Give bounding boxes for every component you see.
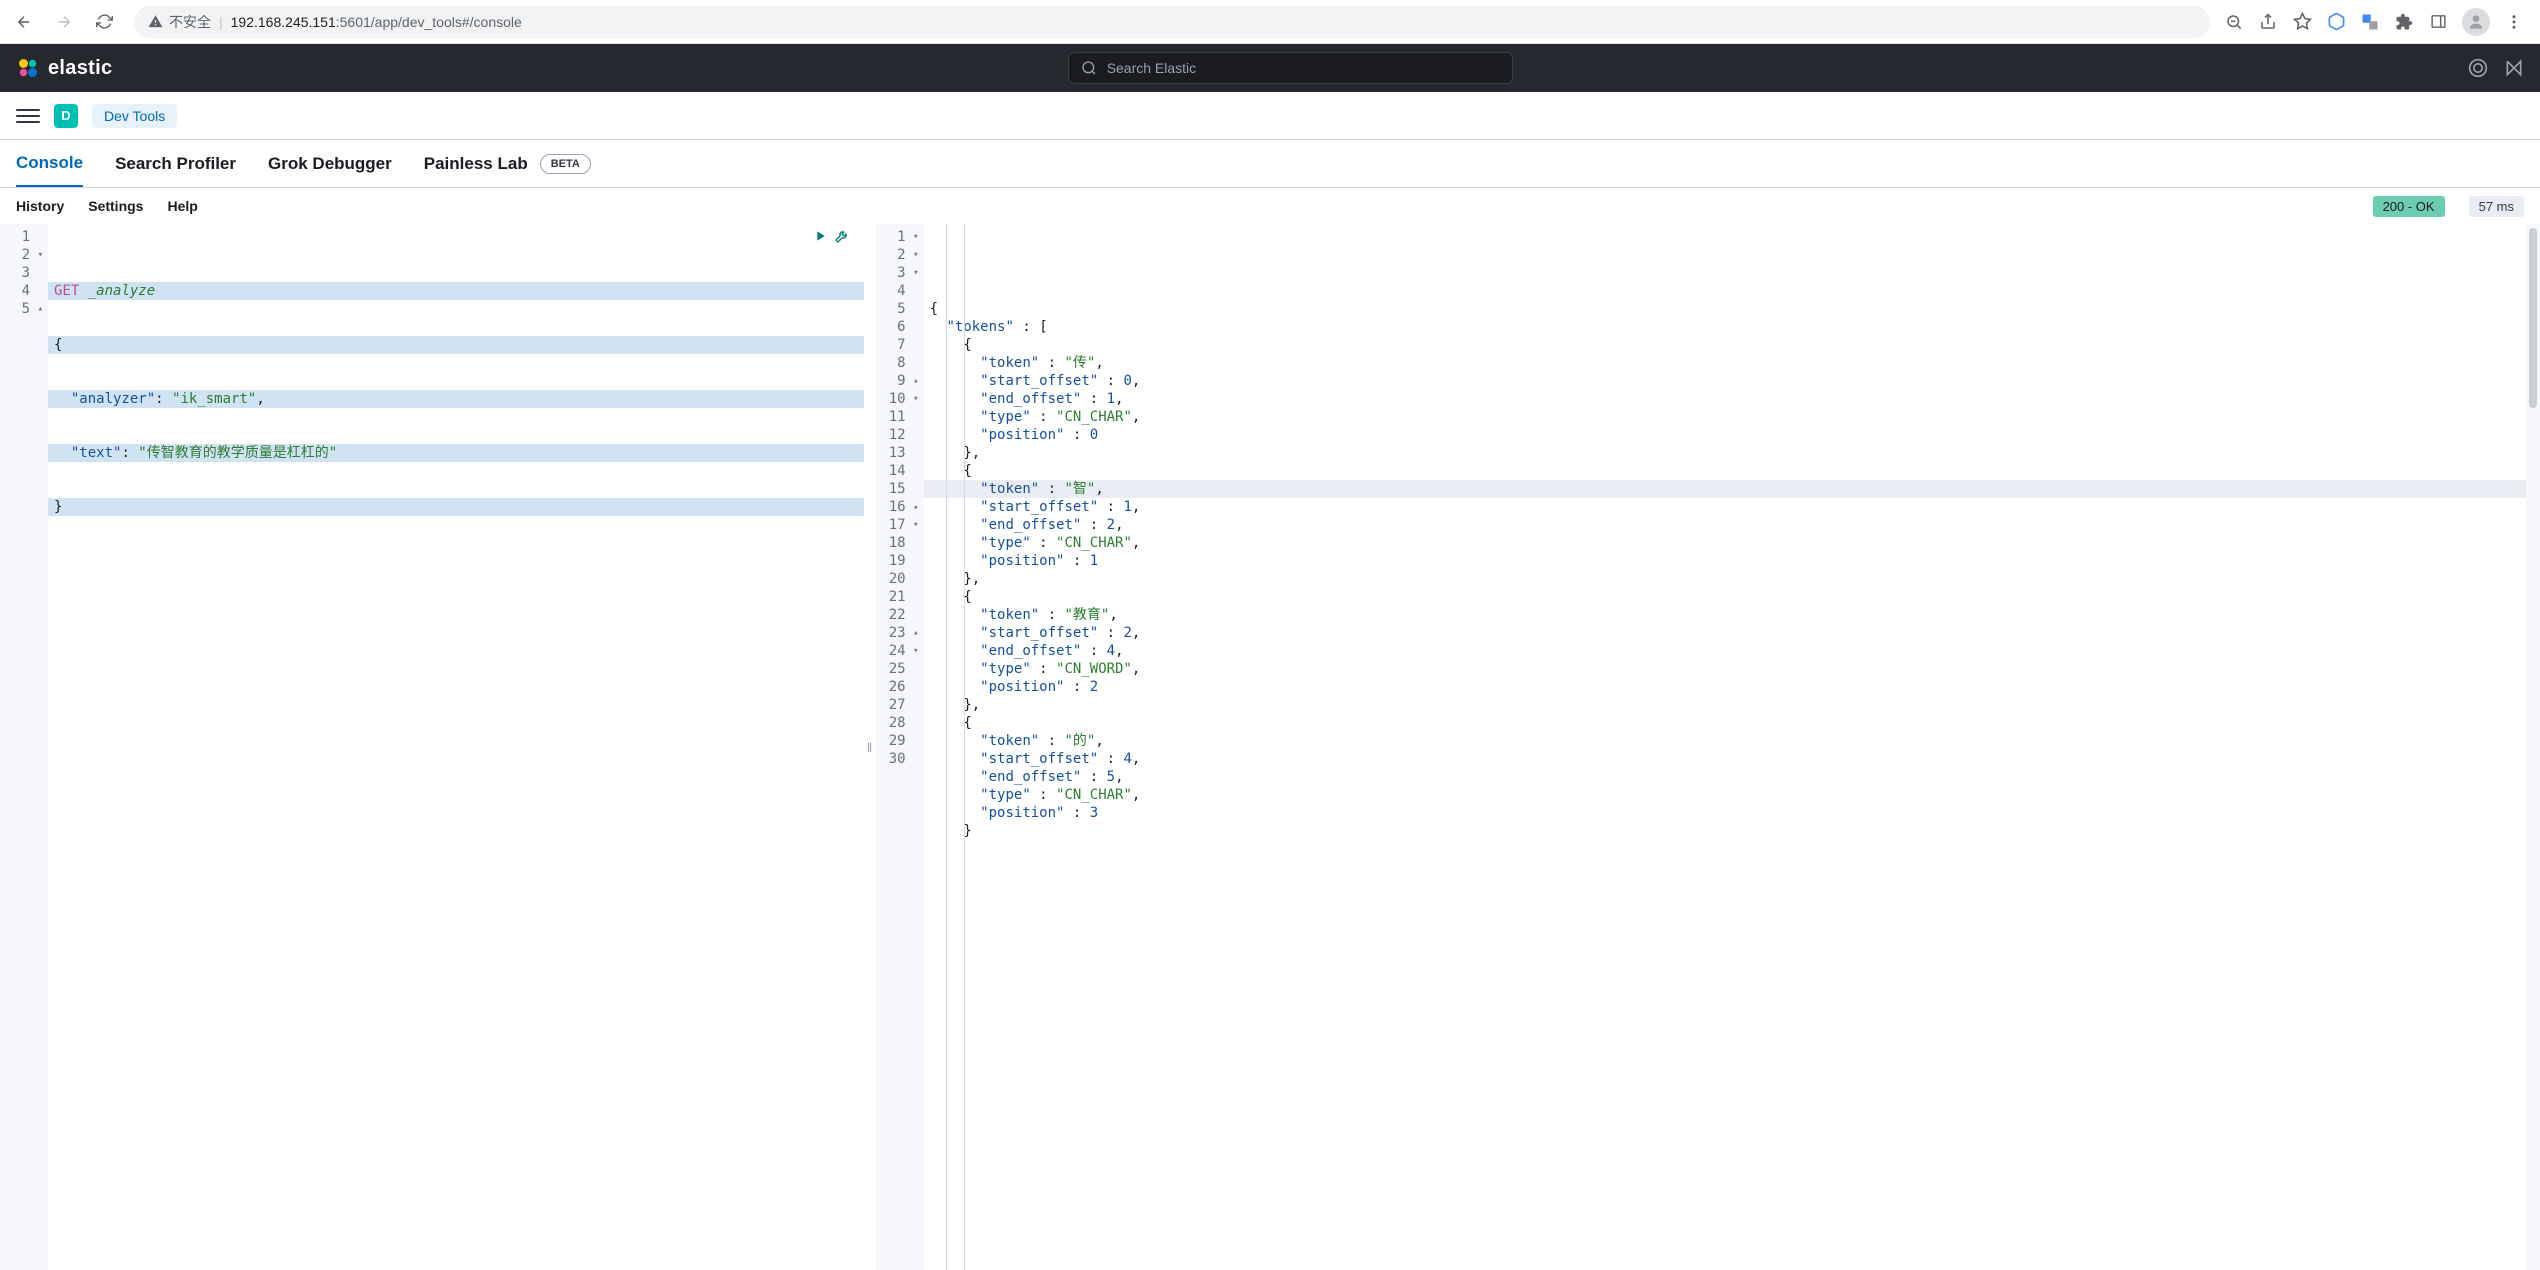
elastic-logo[interactable]: elastic [16, 56, 112, 80]
wrench-icon[interactable] [834, 228, 850, 244]
scrollbar-thumb[interactable] [2529, 228, 2537, 408]
time-badge: 57 ms [2469, 196, 2524, 217]
app-badge: D [54, 104, 78, 128]
beta-badge: BETA [540, 154, 591, 174]
global-search[interactable]: Search Elastic [1068, 52, 1513, 84]
back-button[interactable] [8, 6, 40, 38]
translate-icon[interactable] [2360, 12, 2380, 32]
breadcrumb-devtools[interactable]: Dev Tools [92, 104, 177, 128]
extensions-icon[interactable] [2394, 12, 2414, 32]
elastic-logo-icon [16, 56, 40, 80]
help-icon[interactable] [2468, 58, 2488, 78]
address-bar[interactable]: 不安全 | 192.168.245.151:5601/app/dev_tools… [134, 6, 2210, 38]
kebab-menu-icon[interactable] [2504, 12, 2524, 32]
kibana-bar: D Dev Tools [0, 92, 2540, 140]
elastic-brand-text: elastic [48, 57, 112, 80]
console-subbar: History Settings Help 200 - OK 57 ms [0, 188, 2540, 224]
reload-button[interactable] [88, 6, 120, 38]
insecure-label: 不安全 [169, 12, 211, 32]
extension-cube-icon[interactable] [2326, 12, 2346, 32]
response-pane[interactable]: 1234567891011121314151617181920212223242… [876, 224, 2540, 1270]
search-placeholder: Search Elastic [1107, 60, 1196, 76]
elastic-header: elastic Search Elastic [0, 44, 2540, 92]
request-pane[interactable]: 1 2 3 4 5 GET _analyze { "analyzer": "ik… [0, 224, 864, 1270]
settings-link[interactable]: Settings [88, 198, 143, 214]
search-icon [1081, 60, 1097, 76]
response-gutter: 1234567891011121314151617181920212223242… [876, 224, 924, 1270]
tab-console[interactable]: Console [16, 141, 83, 187]
status-badge: 200 - OK [2373, 196, 2445, 217]
splitter[interactable]: ‖ [864, 224, 876, 1270]
share-icon[interactable] [2258, 12, 2278, 32]
tab-search-profiler[interactable]: Search Profiler [115, 142, 236, 186]
panel-icon[interactable] [2428, 12, 2448, 32]
browser-toolbar: 不安全 | 192.168.245.151:5601/app/dev_tools… [0, 0, 2540, 44]
request-actions [812, 228, 850, 244]
tabs-bar: Console Search Profiler Grok Debugger Pa… [0, 140, 2540, 188]
request-gutter: 1 2 3 4 5 [0, 224, 48, 1270]
nav-toggle[interactable] [16, 104, 40, 128]
run-icon[interactable] [812, 228, 828, 244]
tab-painless-lab[interactable]: Painless Lab [424, 142, 528, 186]
history-link[interactable]: History [16, 198, 64, 214]
profile-avatar[interactable] [2462, 8, 2490, 36]
response-viewer[interactable]: { "tokens" : [ { "token" : "传", "start_o… [924, 224, 2526, 1270]
help-link[interactable]: Help [167, 198, 197, 214]
url-text: 192.168.245.151:5601/app/dev_tools#/cons… [231, 14, 522, 30]
newsfeed-icon[interactable] [2504, 58, 2524, 78]
forward-button[interactable] [48, 6, 80, 38]
bookmark-icon[interactable] [2292, 12, 2312, 32]
editor-area: 1 2 3 4 5 GET _analyze { "analyzer": "ik… [0, 224, 2540, 1270]
insecure-warning: 不安全 [148, 12, 211, 32]
request-editor[interactable]: GET _analyze { "analyzer": "ik_smart", "… [48, 224, 864, 1270]
tab-grok-debugger[interactable]: Grok Debugger [268, 142, 392, 186]
zoom-icon[interactable] [2224, 12, 2244, 32]
response-scrollbar[interactable] [2526, 224, 2540, 1270]
